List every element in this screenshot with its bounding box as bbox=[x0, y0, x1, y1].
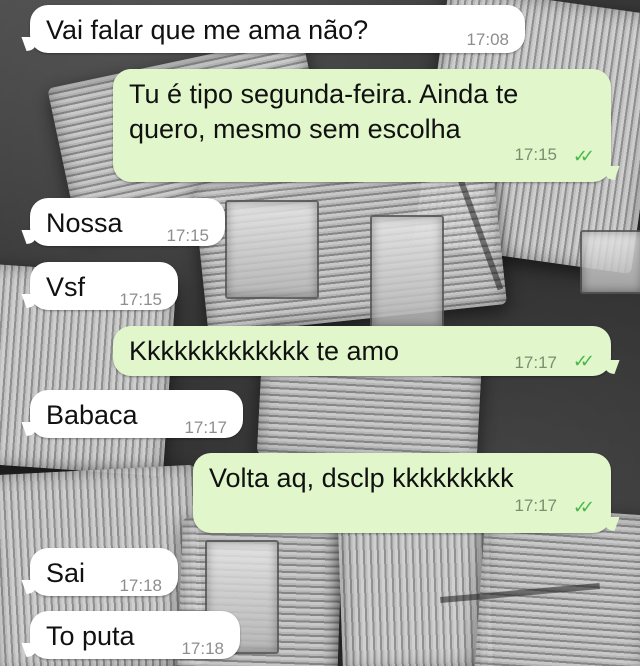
message-bubble-incoming[interactable]: Sai 17:18 bbox=[30, 548, 178, 596]
double-check-icon: ✓✓ bbox=[572, 497, 595, 517]
message-text: To puta bbox=[46, 621, 135, 651]
message-bubble-outgoing[interactable]: Volta aq, dsclp kkkkkkkkk 17:17 ✓✓ bbox=[193, 453, 611, 533]
message-bubble-incoming[interactable]: Babaca 17:17 bbox=[30, 390, 243, 438]
message-bubble-outgoing[interactable]: Tu é tipo segunda-feira. Ainda te quero,… bbox=[113, 69, 611, 182]
message-time: 17:17 bbox=[184, 418, 227, 437]
message-text: Nossa bbox=[46, 208, 123, 238]
message-bubble-incoming[interactable]: Vai falar que me ama não? 17:08 bbox=[30, 5, 525, 53]
message-bubble-incoming[interactable]: Nossa 17:15 bbox=[30, 198, 225, 246]
message-time: 17:15 bbox=[514, 145, 557, 164]
message-time: 17:08 bbox=[466, 30, 509, 49]
message-time: 17:15 bbox=[119, 290, 162, 309]
message-text: Vai falar que me ama não? bbox=[46, 15, 369, 45]
message-text: Sai bbox=[46, 558, 86, 588]
bill-portrait bbox=[370, 215, 444, 329]
double-check-icon: ✓✓ bbox=[572, 146, 595, 166]
bill-portrait bbox=[225, 200, 319, 299]
double-check-icon: ✓✓ bbox=[572, 351, 595, 371]
message-bubble-incoming[interactable]: To puta 17:18 bbox=[30, 611, 240, 659]
message-bubble-outgoing[interactable]: Kkkkkkkkkkkkk te amo 17:17 ✓✓ bbox=[113, 326, 611, 376]
message-time: 17:18 bbox=[181, 639, 224, 658]
message-bubble-incoming[interactable]: Vsf 17:15 bbox=[30, 262, 178, 310]
message-text: Kkkkkkkkkkkkk te amo bbox=[129, 336, 400, 366]
bill-portrait bbox=[580, 230, 640, 294]
message-time: 17:17 bbox=[514, 496, 557, 515]
message-time: 17:17 bbox=[514, 353, 557, 372]
message-time: 17:18 bbox=[119, 576, 162, 595]
message-text: Vsf bbox=[46, 272, 86, 302]
message-text: Babaca bbox=[46, 400, 138, 430]
message-text: Tu é tipo segunda-feira. Ainda te quero,… bbox=[129, 79, 519, 144]
message-time: 17:15 bbox=[166, 226, 209, 245]
